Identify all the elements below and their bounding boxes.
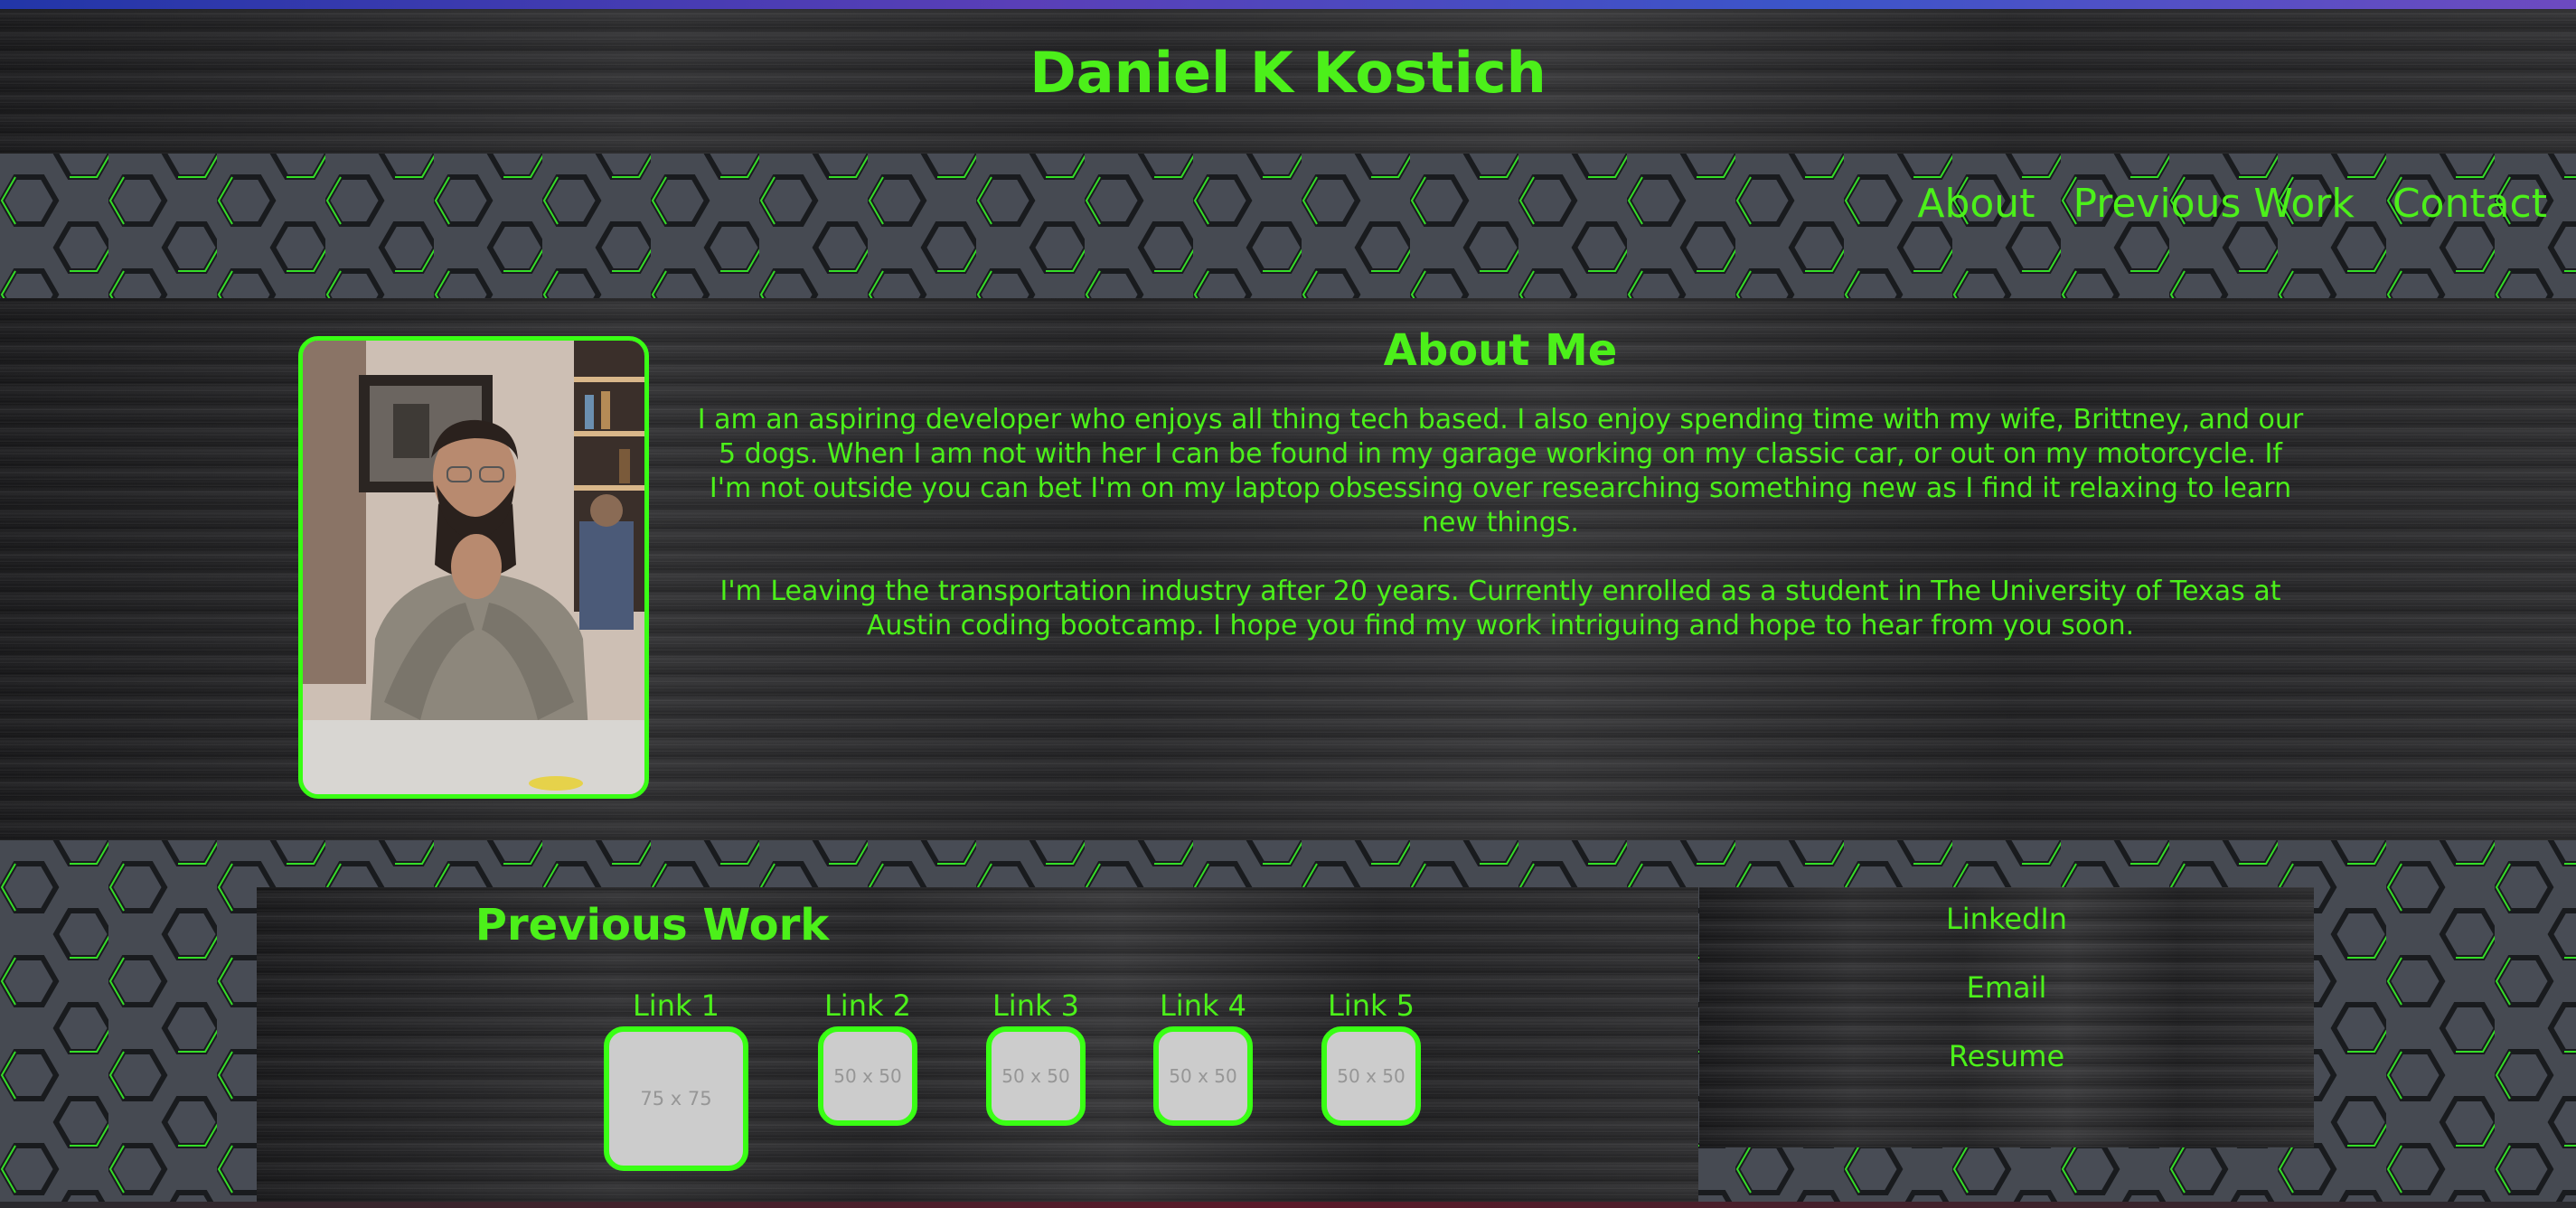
work-thumbnail-3[interactable]: 50 x 50	[986, 1026, 1086, 1126]
work-link-5[interactable]: Link 5 50 x 50	[1321, 988, 1421, 1126]
work-link-1[interactable]: Link 1 75 x 75	[604, 988, 748, 1171]
previous-work-panel: Previous Work Link 1 75 x 75 Link 2 50 x…	[257, 887, 1698, 1202]
main-nav: About Previous Work Contact	[0, 154, 2576, 298]
site-header: Daniel K Kostich	[0, 9, 2576, 154]
work-link-3[interactable]: Link 3 50 x 50	[986, 988, 1086, 1126]
contact-link-email[interactable]: Email	[1699, 970, 2314, 1005]
nav-links: About Previous Work Contact	[1917, 181, 2547, 227]
work-thumbnail-2[interactable]: 50 x 50	[818, 1026, 917, 1126]
work-link-label[interactable]: Link 3	[992, 988, 1079, 1023]
work-link-4[interactable]: Link 4 50 x 50	[1153, 988, 1253, 1126]
about-heading: About Me	[1383, 325, 1618, 376]
work-thumbnail-1[interactable]: 75 x 75	[604, 1026, 748, 1171]
profile-photo	[298, 336, 649, 799]
bottom-edge	[0, 1202, 2576, 1208]
about-paragraph-1: I am an aspiring developer who enjoys al…	[697, 404, 2304, 538]
nav-link-contact[interactable]: Contact	[2393, 181, 2547, 227]
work-link-label[interactable]: Link 5	[1328, 988, 1415, 1023]
top-accent-strip	[0, 0, 2576, 9]
nav-link-previous-work[interactable]: Previous Work	[2073, 181, 2354, 227]
previous-work-heading: Previous Work	[475, 900, 830, 950]
work-link-label[interactable]: Link 1	[633, 988, 719, 1023]
about-text: About Me I am an aspiring developer who …	[687, 325, 2314, 678]
bottom-section: Previous Work Link 1 75 x 75 Link 2 50 x…	[0, 840, 2576, 1202]
work-link-label[interactable]: Link 2	[824, 988, 911, 1023]
contact-link-linkedin[interactable]: LinkedIn	[1699, 902, 2314, 936]
contact-panel: LinkedIn Email Resume	[1699, 887, 2314, 1147]
work-link-label[interactable]: Link 4	[1160, 988, 1246, 1023]
nav-link-about[interactable]: About	[1917, 181, 2035, 227]
about-paragraph-2: I'm Leaving the transportation industry …	[719, 576, 2281, 641]
work-thumbnail-5[interactable]: 50 x 50	[1321, 1026, 1421, 1126]
contact-link-resume[interactable]: Resume	[1699, 1039, 2314, 1073]
site-title: Daniel K Kostich	[1029, 39, 1547, 106]
work-thumbnail-4[interactable]: 50 x 50	[1153, 1026, 1253, 1126]
about-section: About Me I am an aspiring developer who …	[0, 298, 2576, 840]
work-link-2[interactable]: Link 2 50 x 50	[818, 988, 917, 1126]
